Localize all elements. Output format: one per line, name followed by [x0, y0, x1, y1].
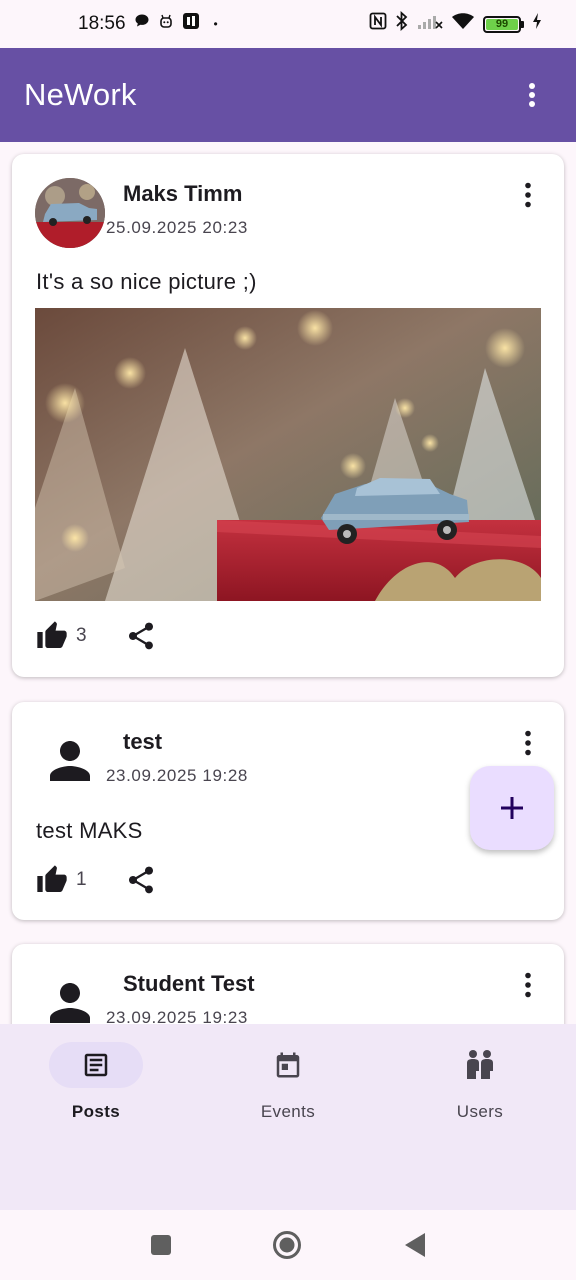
- article-icon: [84, 1053, 108, 1077]
- back-triangle-icon: [405, 1233, 425, 1257]
- post-header: Maks Timm 25.09.2025 20:23: [12, 154, 564, 254]
- post-card: Student Test 23.09.2025 19:23: [12, 944, 564, 1024]
- post-card: Maks Timm 25.09.2025 20:23 It's a so nic…: [12, 154, 564, 677]
- nav-active-indicator: [49, 1042, 143, 1088]
- like-count: 3: [76, 625, 87, 646]
- bluetooth-icon: [395, 10, 409, 37]
- post-date: 25.09.2025 20:23: [106, 218, 248, 237]
- app-bar: NeWork: [0, 48, 576, 142]
- like-button[interactable]: 3: [34, 620, 87, 652]
- post-header: Student Test 23.09.2025 19:23: [12, 944, 564, 1024]
- post-author[interactable]: Maks Timm: [123, 181, 242, 207]
- nav-item-users[interactable]: Users: [384, 1042, 576, 1152]
- post-actions: 3: [34, 620, 157, 652]
- bottom-navigation: Posts Events Users: [0, 1024, 576, 1210]
- post-text: It's a so nice picture ;): [36, 269, 257, 294]
- battery-level: 99: [486, 18, 518, 30]
- post-actions: 1: [34, 864, 157, 896]
- post-date: 23.09.2025 19:28: [106, 766, 248, 785]
- square-icon: [151, 1235, 171, 1255]
- status-time: 18:56: [78, 13, 126, 34]
- nfc-icon: [369, 12, 387, 36]
- person-icon: [50, 741, 90, 781]
- post-date: 23.09.2025 19:23: [106, 1008, 248, 1024]
- more-vert-icon[interactable]: [514, 728, 542, 758]
- app-title: NeWork: [24, 77, 137, 112]
- share-icon: [128, 622, 153, 650]
- battery-icon: 99: [483, 15, 524, 33]
- dot-icon: •: [213, 17, 218, 31]
- plus-icon: [501, 797, 523, 819]
- no-signal-icon: [417, 12, 443, 36]
- post-author[interactable]: test: [123, 729, 162, 755]
- add-post-button[interactable]: [470, 766, 554, 850]
- avatar[interactable]: [35, 726, 105, 796]
- avatar[interactable]: [35, 968, 105, 1024]
- chat-bubble-icon: [134, 13, 150, 35]
- post-author[interactable]: Student Test: [123, 971, 255, 997]
- wifi-icon: [451, 12, 475, 36]
- share-button[interactable]: [125, 620, 157, 652]
- home-button[interactable]: [272, 1230, 302, 1260]
- notification-bot-icon: [158, 13, 174, 35]
- back-button[interactable]: [400, 1230, 430, 1260]
- calendar-icon: [276, 1052, 300, 1078]
- circle-icon: [273, 1231, 301, 1259]
- nav-item-events[interactable]: Events: [192, 1042, 384, 1152]
- office-app-icon: [182, 12, 200, 36]
- more-vert-icon[interactable]: [514, 970, 542, 1000]
- post-image[interactable]: [35, 308, 541, 601]
- more-vert-icon[interactable]: [514, 180, 542, 210]
- post-text: test MAKS: [36, 818, 143, 843]
- charging-icon: [532, 12, 542, 36]
- avatar[interactable]: [35, 178, 105, 248]
- people-icon: [467, 1050, 493, 1079]
- status-bar: 18:56 • 99: [0, 0, 576, 48]
- post-feed[interactable]: Maks Timm 25.09.2025 20:23 It's a so nic…: [0, 142, 576, 1024]
- nav-label: Posts: [71, 1102, 121, 1121]
- like-count: 1: [76, 869, 87, 890]
- person-icon: [50, 983, 90, 1023]
- share-icon: [128, 866, 153, 894]
- like-button[interactable]: 1: [34, 864, 87, 896]
- thumb-up-icon: [37, 621, 67, 648]
- system-navigation-bar: [0, 1210, 576, 1280]
- recents-button[interactable]: [146, 1230, 176, 1260]
- nav-item-posts[interactable]: Posts: [0, 1042, 192, 1152]
- nav-label: Users: [456, 1102, 504, 1121]
- thumb-up-icon: [37, 865, 67, 892]
- more-vert-icon[interactable]: [512, 75, 552, 115]
- share-button[interactable]: [125, 864, 157, 896]
- nav-label: Events: [260, 1102, 316, 1121]
